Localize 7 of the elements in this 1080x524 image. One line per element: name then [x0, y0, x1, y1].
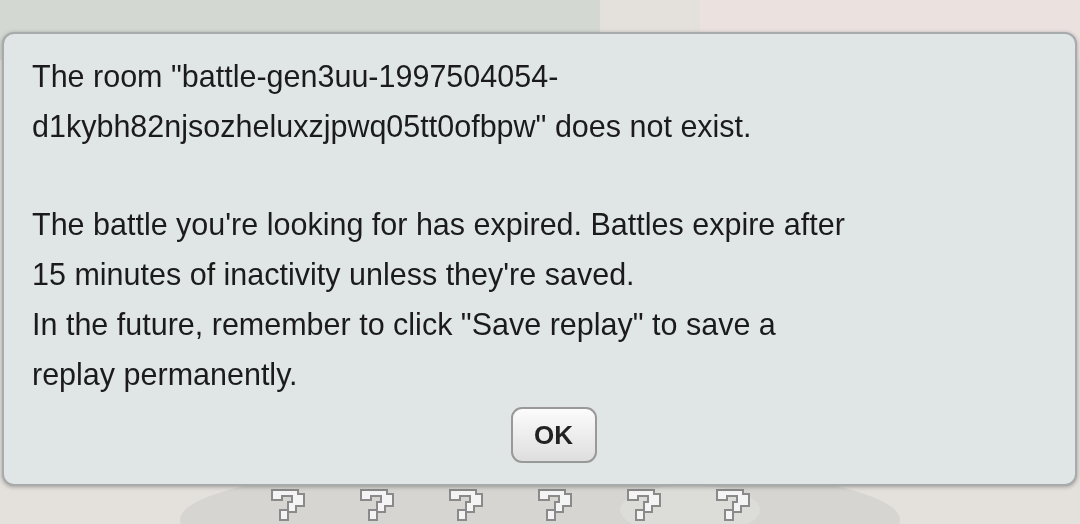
message-text: The room "battle-gen3uu-1997504054-: [32, 58, 559, 96]
ok-button[interactable]: OK: [510, 407, 597, 463]
message-text: replay permanently.: [32, 356, 298, 394]
message-text: d1kybh82njsozheluxzjpwq05tt0ofbpw" does not exist.: [32, 108, 752, 146]
message-text: In the future, remember to click "Save replay" to save a: [32, 306, 776, 344]
message-text: 15 minutes of inactivity unless they're saved.: [32, 256, 635, 294]
message-text: The battle you're looking for has expired. Battles expire after: [32, 206, 845, 244]
